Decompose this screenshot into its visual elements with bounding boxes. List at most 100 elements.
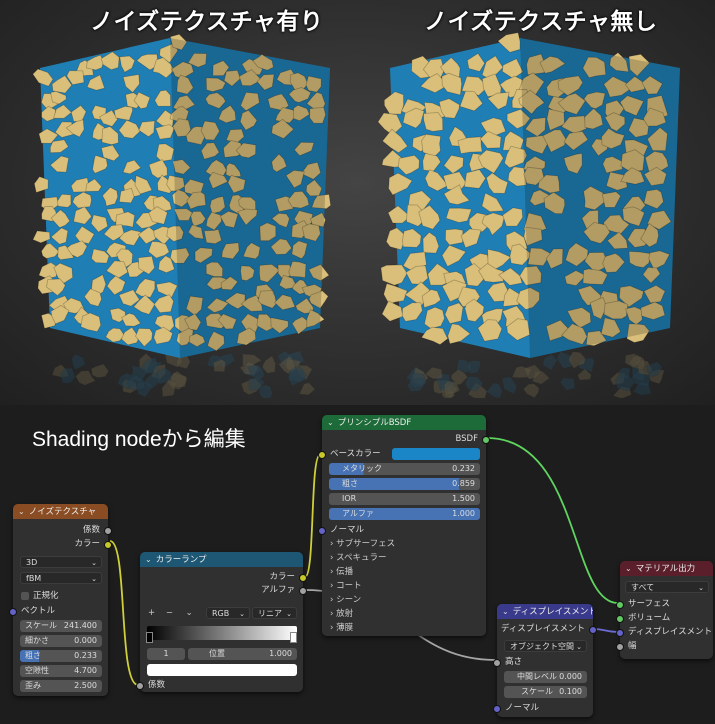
roughness-field[interactable]: 粗さ 0.859: [329, 478, 480, 490]
noise-type-dropdown[interactable]: fBM ⌄: [20, 572, 102, 584]
field-label: 空隙性: [25, 666, 49, 675]
noise-lacunarity-field[interactable]: 空隙性 4.700: [20, 665, 102, 677]
stone-shape: [444, 228, 464, 246]
socket-icon[interactable]: [318, 527, 326, 535]
chevron-down-icon: ⌄: [576, 643, 582, 651]
socket-icon[interactable]: [616, 629, 624, 637]
disp-normal-input: ノーマル: [493, 702, 593, 714]
chevron-down-icon[interactable]: ⌄: [145, 552, 152, 567]
color-ramp-node[interactable]: ⌄ カラーランプ カラー アルファ + − ⌄ RGB ⌄ リニア ⌄ 1 位置 1.0…: [136, 552, 307, 692]
panel-specular[interactable]: › スペキュラー: [330, 552, 387, 564]
normalize-checkbox[interactable]: 正規化: [13, 590, 108, 602]
ramp-out-alpha-label: アルファ: [261, 585, 295, 595]
stone-shape: [523, 383, 539, 398]
panel-sheen[interactable]: › シーン: [330, 594, 361, 606]
socket-icon[interactable]: [616, 615, 624, 623]
bsdf-node-title: プリンシプルBSDF: [337, 418, 412, 428]
stone-shape: [502, 376, 518, 394]
add-stop-button[interactable]: +: [148, 608, 155, 618]
metallic-field[interactable]: メタリック 0.232: [329, 463, 480, 475]
volume-label: ボリューム: [628, 613, 671, 623]
stop-color-swatch[interactable]: [147, 664, 297, 676]
chevron-down-icon[interactable]: ⌄: [502, 604, 509, 619]
ramp-node-header[interactable]: ⌄ カラーランプ: [140, 552, 303, 567]
noise-roughness-field[interactable]: 粗さ 0.233: [20, 650, 102, 662]
stone-shape: [423, 306, 445, 329]
ramp-input-fac: 係数: [136, 679, 303, 691]
output-node-header[interactable]: ⌄ マテリアル出力: [620, 561, 713, 576]
bsdf-out-label: BSDF: [455, 434, 478, 444]
field-label: 中間レベル: [517, 672, 557, 681]
height-input: 高さ: [493, 656, 593, 668]
remove-stop-button[interactable]: −: [166, 608, 173, 618]
noise-distortion-field[interactable]: 歪み 2.500: [20, 680, 102, 692]
noise-node-header[interactable]: ⌄ ノイズテクスチャ: [13, 504, 108, 519]
field-value: 0.000: [559, 672, 582, 681]
midlevel-field[interactable]: 中間レベル 0.000: [504, 671, 587, 683]
noise-detail-field[interactable]: 細かさ 0.000: [20, 635, 102, 647]
dimensions-dropdown[interactable]: 3D ⌄: [20, 556, 102, 568]
panel-coat[interactable]: › コート: [330, 580, 362, 592]
socket-icon[interactable]: [9, 608, 17, 616]
socket-icon[interactable]: [589, 626, 597, 634]
ior-field[interactable]: IOR 1.500: [329, 493, 480, 505]
material-output-node[interactable]: ⌄ マテリアル出力 すべて ⌄ サーフェス ボリューム ディスプレイスメント 幅: [616, 561, 713, 659]
stone-shape: [262, 355, 276, 374]
stop-index-field[interactable]: 1: [147, 648, 185, 660]
field-label: アルファ: [342, 509, 374, 518]
socket-icon[interactable]: [299, 587, 307, 595]
chevron-down-icon: ⌄: [286, 610, 292, 618]
principled-bsdf-node[interactable]: ⌄ プリンシプルBSDF BSDF ベースカラー メタリック 0.232 粗さ 0.8…: [318, 415, 490, 636]
chevron-down-icon[interactable]: ⌄: [18, 504, 25, 519]
displacement-node[interactable]: ⌄ ディスプレイスメント ディスプレイスメント オブジェクト空間 ⌄ 高さ 中間レベ…: [493, 604, 597, 717]
alpha-field[interactable]: アルファ 1.000: [329, 508, 480, 520]
field-value: 0.232: [452, 464, 475, 473]
color-ramp-gradient[interactable]: [147, 626, 297, 640]
ramp-stop-black[interactable]: [146, 632, 153, 643]
bsdf-node-header[interactable]: ⌄ プリンシプルBSDF: [322, 415, 486, 430]
socket-icon[interactable]: [104, 541, 112, 549]
bsdf-normal-input: ノーマル: [318, 524, 486, 536]
socket-icon[interactable]: [318, 451, 326, 459]
socket-icon[interactable]: [616, 601, 624, 609]
panel-subsurface[interactable]: › サブサーフェス: [330, 538, 395, 550]
field-label: スケール: [521, 687, 553, 696]
shader-node-editor[interactable]: Shading nodeから編集 ⌄ ノイズテクスチャ 係数 カラー 3D ⌄ fB…: [0, 405, 715, 724]
panel-thin-film[interactable]: › 薄膜: [330, 622, 353, 634]
field-label: 細かさ: [25, 636, 49, 645]
disp-scale-field[interactable]: スケール 0.100: [504, 686, 587, 698]
noise-texture-node[interactable]: ⌄ ノイズテクスチャ 係数 カラー 3D ⌄ fBM ⌄ 正規化 ベクトル スケール 2…: [9, 504, 112, 696]
interpolation-dropdown[interactable]: リニア ⌄: [252, 607, 297, 619]
ramp-output-alpha: アルファ: [140, 584, 307, 596]
position-value: 1.000: [269, 649, 292, 658]
stop-position-field[interactable]: 位置 1.000: [188, 648, 297, 660]
socket-icon[interactable]: [493, 659, 501, 667]
surface-label: サーフェス: [628, 599, 670, 609]
socket-icon[interactable]: [616, 643, 624, 651]
panel-transmission[interactable]: › 伝播: [330, 566, 353, 578]
render-target-dropdown[interactable]: すべて ⌄: [625, 581, 709, 593]
checkbox-icon[interactable]: [21, 591, 29, 600]
color-mode-dropdown[interactable]: RGB ⌄: [206, 607, 250, 619]
space-dropdown[interactable]: オブジェクト空間 ⌄: [504, 640, 587, 652]
noise-scale-field[interactable]: スケール 241.400: [20, 620, 102, 632]
base-color-swatch[interactable]: [392, 448, 480, 460]
ramp-stop-white[interactable]: [290, 632, 297, 643]
chevron-down-icon[interactable]: ⌄: [186, 608, 193, 618]
socket-icon[interactable]: [493, 705, 501, 713]
stone-shape: [457, 136, 483, 155]
ramp-output-color: カラー: [140, 571, 307, 583]
socket-icon[interactable]: [104, 527, 112, 535]
field-value: 0.100: [559, 687, 582, 696]
noise-node-title: ノイズテクスチャ: [28, 507, 97, 517]
chevron-down-icon[interactable]: ⌄: [327, 415, 334, 430]
cube-without-noise: [377, 32, 680, 398]
disp-node-header[interactable]: ⌄ ディスプレイスメント: [497, 604, 593, 619]
normalize-label: 正規化: [33, 591, 59, 601]
socket-icon[interactable]: [299, 574, 307, 582]
socket-icon[interactable]: [136, 682, 144, 690]
socket-icon[interactable]: [482, 436, 490, 444]
panel-emission[interactable]: › 放射: [330, 608, 353, 620]
chevron-down-icon: ⌄: [91, 575, 97, 583]
chevron-down-icon[interactable]: ⌄: [625, 561, 632, 576]
